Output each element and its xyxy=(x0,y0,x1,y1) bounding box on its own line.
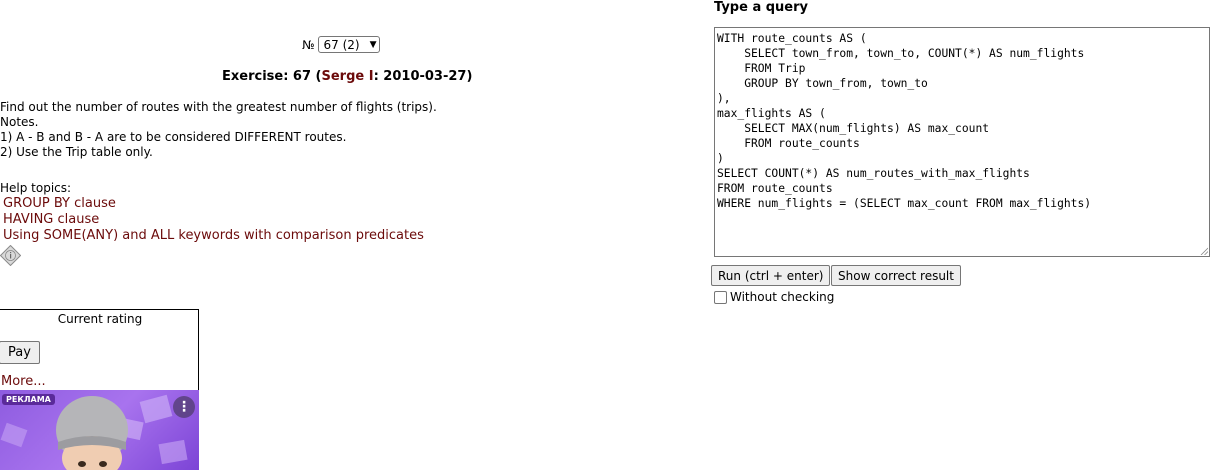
without-checking-label: Without checking xyxy=(730,290,835,304)
author-link[interactable]: Serge I xyxy=(322,69,374,84)
without-checking-checkbox[interactable] xyxy=(714,290,727,304)
help-topics: Help topics: GROUP BY clause HAVING clau… xyxy=(0,180,424,244)
help-link-having[interactable]: HAVING clause xyxy=(3,212,424,228)
task-line: Find out the number of routes with the g… xyxy=(0,100,437,114)
more-link[interactable]: More... xyxy=(1,374,46,389)
help-link-some-any-all[interactable]: Using SOME(ANY) and ALL keywords with co… xyxy=(3,228,424,244)
help-title: Help topics: xyxy=(0,181,72,195)
exercise-select-value: 67 (2) xyxy=(323,37,360,52)
pay-button[interactable]: Pay xyxy=(0,341,40,364)
ad-badge: РЕКЛАМА xyxy=(2,394,55,405)
without-checking-option[interactable]: Without checking xyxy=(714,290,834,304)
query-editor[interactable]: WITH route_counts AS ( SELECT town_from,… xyxy=(714,27,1210,257)
show-correct-result-button[interactable]: Show correct result xyxy=(831,265,961,286)
task-description: Find out the number of routes with the g… xyxy=(0,100,437,160)
rating-panel: Current rating Pay More... РЕКЛАМА ⋮ xyxy=(0,309,199,470)
chevron-down-icon: ▼ xyxy=(369,39,377,50)
exercise-select[interactable]: 67 (2) ▼ xyxy=(318,36,381,53)
query-text: WITH route_counts AS ( SELECT town_from,… xyxy=(717,32,1092,210)
exercise-date: : 2010-03-27) xyxy=(373,69,473,84)
exercise-label: Exercise: 67 ( xyxy=(222,69,322,84)
rating-title: Current rating xyxy=(57,312,143,326)
number-sign: № xyxy=(302,37,315,52)
task-line: 2) Use the Trip table only. xyxy=(0,145,153,159)
info-icon[interactable] xyxy=(0,245,21,266)
task-line: Notes. xyxy=(0,115,39,129)
help-link-group-by[interactable]: GROUP BY clause xyxy=(3,196,424,212)
more-options-icon[interactable]: ⋮ xyxy=(173,396,195,418)
task-line: 1) A - B and B - A are to be considered … xyxy=(0,130,347,144)
exercise-selector: № 67 (2) ▼ xyxy=(302,36,381,53)
query-label: Type a query xyxy=(714,0,809,15)
resize-handle-icon[interactable] xyxy=(1200,247,1208,255)
exercise-title: Exercise: 67 (Serge I: 2010-03-27) xyxy=(222,69,472,84)
advertisement-banner[interactable]: РЕКЛАМА ⋮ xyxy=(0,390,199,470)
run-button[interactable]: Run (ctrl + enter) xyxy=(711,265,831,286)
